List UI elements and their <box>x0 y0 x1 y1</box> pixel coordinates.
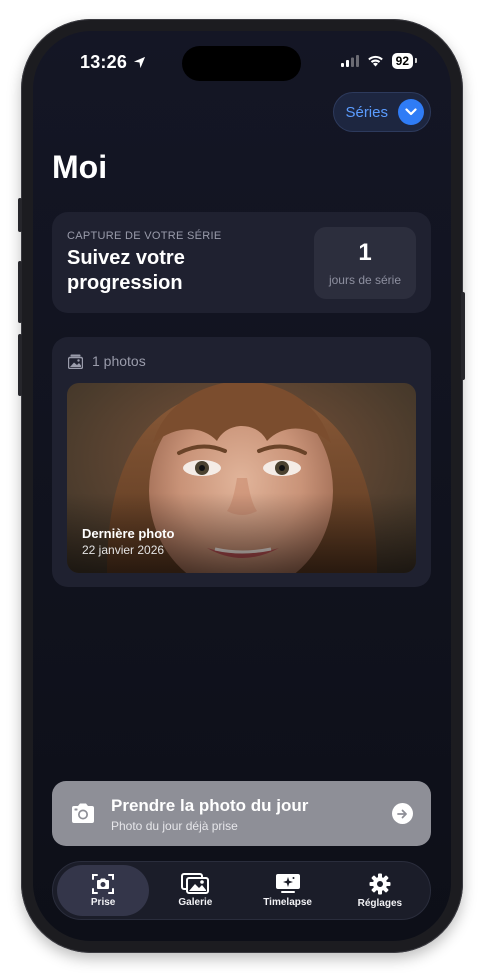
camera-viewfinder-icon <box>92 873 115 894</box>
tab-label-reglages: Réglages <box>357 897 403 909</box>
tab-prise[interactable]: Prise <box>57 865 150 916</box>
take-photo-title: Prendre la photo du jour <box>111 796 309 815</box>
series-dropdown-button[interactable]: Séries <box>333 92 431 132</box>
sparkle-screen-icon <box>275 874 300 893</box>
dynamic-island <box>182 46 301 81</box>
photos-card: 1 photos Dernière photo 22 janvier 2026 <box>52 337 431 587</box>
photo-stack-icon <box>68 354 83 369</box>
volume-up-button <box>18 261 22 323</box>
battery-indicator: 92 <box>391 53 418 69</box>
streak-heading: Suivez votre progression <box>67 247 185 294</box>
latest-photo-title: Dernière photo <box>82 526 175 541</box>
series-label: Séries <box>345 103 388 121</box>
chevron-down-icon <box>398 99 424 125</box>
streak-eyebrow: CAPTURE DE VOTRE SÉRIE <box>67 230 222 242</box>
photo-count: 1 photos <box>92 353 146 369</box>
tab-bar: Prise Galerie Timelapse Réglages <box>52 861 431 920</box>
cellular-signal-icon <box>340 55 359 67</box>
app-screen: 13:26 92 Séries Moi CAPTURE DE VOTRE SÉR… <box>33 31 451 941</box>
take-photo-button[interactable]: Prendre la photo du jour Photo du jour d… <box>52 781 431 846</box>
arrow-right-icon <box>392 803 413 824</box>
location-arrow-icon <box>133 56 146 69</box>
page-title: Moi <box>52 149 108 185</box>
gear-icon <box>369 873 391 894</box>
tab-label-timelapse: Timelapse <box>263 897 312 908</box>
photo-stack-icon <box>181 873 210 894</box>
latest-photo-date: 22 janvier 2026 <box>82 543 165 557</box>
streak-card: CAPTURE DE VOTRE SÉRIE Suivez votre prog… <box>52 212 431 313</box>
action-button <box>18 198 22 232</box>
photos-header: 1 photos <box>68 353 146 369</box>
tab-label-galerie: Galerie <box>178 897 213 908</box>
tab-label-prise: Prise <box>90 896 116 908</box>
power-button <box>461 292 465 380</box>
wifi-icon <box>367 55 383 67</box>
status-indicators: 92 <box>340 53 418 69</box>
streak-counter: 1 jours de série <box>314 227 416 299</box>
take-photo-subtitle: Photo du jour déjà prise <box>111 819 238 833</box>
latest-photo[interactable]: Dernière photo 22 janvier 2026 <box>67 383 416 573</box>
streak-unit: jours de série <box>328 273 402 287</box>
volume-down-button <box>18 334 22 396</box>
streak-count: 1 <box>358 239 372 266</box>
status-time: 13:26 <box>80 52 146 73</box>
tab-galerie[interactable]: Galerie <box>149 865 241 916</box>
tab-reglages[interactable]: Réglages <box>334 865 426 916</box>
camera-icon <box>72 803 94 823</box>
tab-timelapse[interactable]: Timelapse <box>242 865 334 916</box>
